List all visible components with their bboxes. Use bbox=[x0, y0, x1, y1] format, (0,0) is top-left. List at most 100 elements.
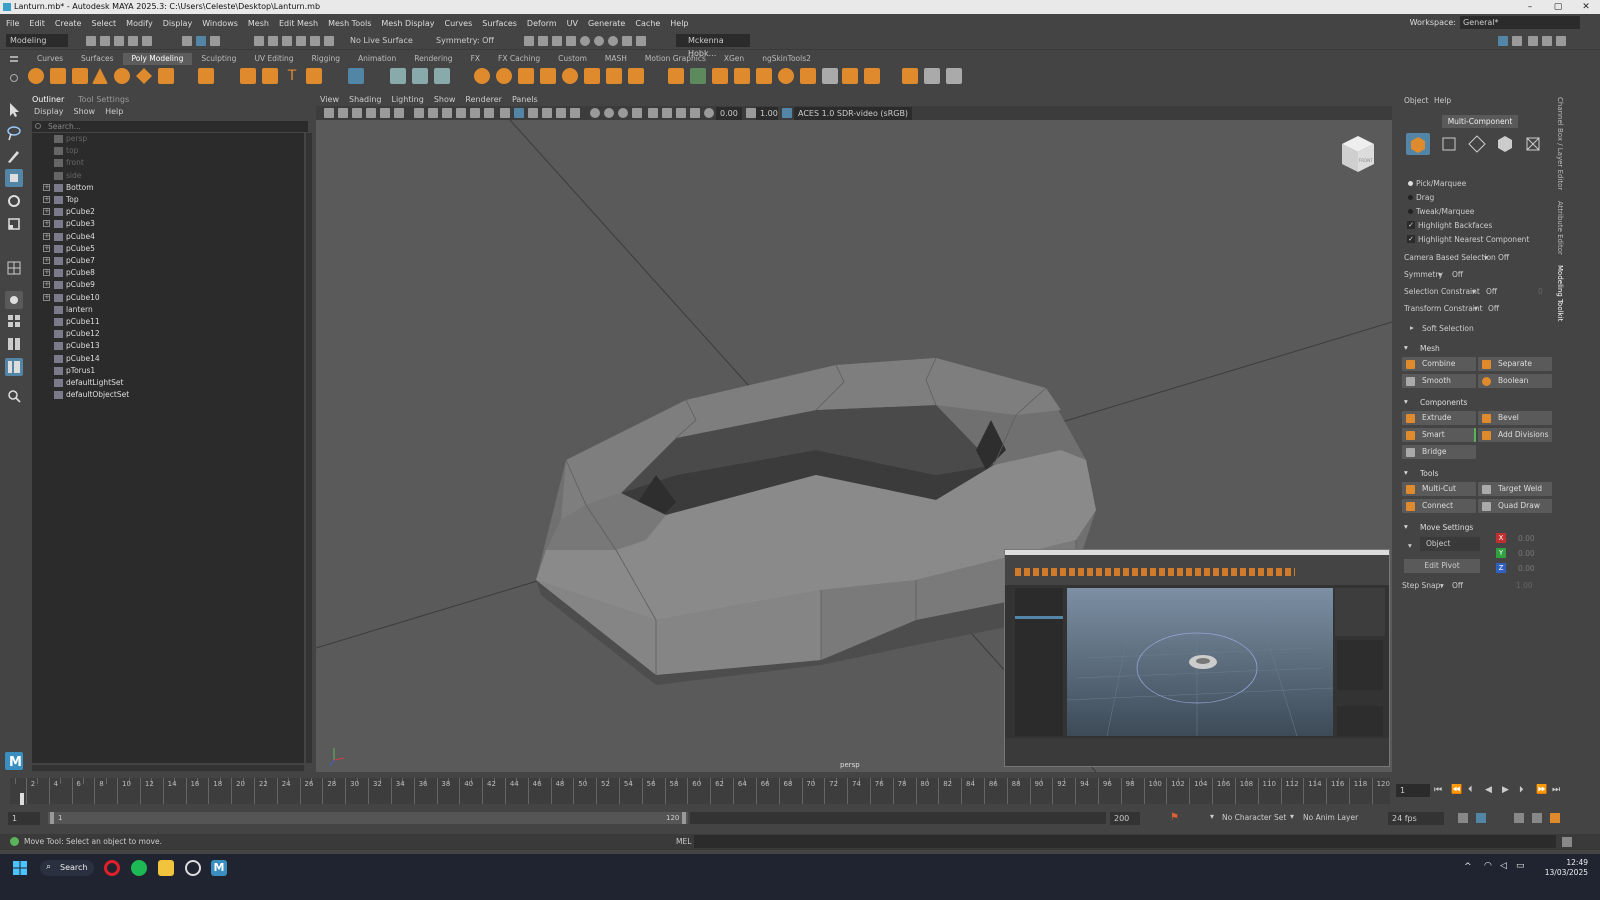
animation-start-field[interactable]: 1 bbox=[8, 812, 40, 825]
outliner-search-input[interactable]: Search... bbox=[32, 121, 308, 132]
add-divisions-icon[interactable] bbox=[734, 68, 750, 84]
bridge-button[interactable]: Bridge bbox=[1402, 445, 1476, 459]
view-cube[interactable]: FRONT bbox=[1340, 134, 1376, 174]
shelf-tab-sculpting[interactable]: Sculpting bbox=[192, 53, 245, 65]
expand-icon[interactable]: + bbox=[43, 196, 50, 203]
tab-outliner[interactable]: Outliner bbox=[32, 95, 64, 104]
expand-icon[interactable]: + bbox=[43, 293, 50, 301]
poly-cone-icon[interactable] bbox=[92, 68, 108, 84]
circularize-icon[interactable] bbox=[842, 68, 858, 84]
wedge-icon[interactable] bbox=[800, 68, 816, 84]
outliner-item[interactable]: + pCube10 bbox=[32, 292, 304, 304]
motion-blur-icon[interactable] bbox=[604, 108, 614, 118]
mirror-icon[interactable] bbox=[518, 68, 534, 84]
outliner-item[interactable]: pCube13 bbox=[32, 340, 304, 352]
command-input[interactable] bbox=[694, 835, 1556, 848]
shelf-tab-surfaces[interactable]: Surfaces bbox=[72, 53, 122, 65]
loop-icon[interactable] bbox=[1458, 813, 1468, 823]
expand-icon[interactable]: + bbox=[43, 220, 50, 228]
connect-button[interactable]: Connect bbox=[1402, 499, 1476, 513]
shadows-icon[interactable] bbox=[570, 108, 580, 118]
menu-create[interactable]: Create bbox=[55, 19, 82, 28]
step-back-key-icon[interactable]: ⏪ bbox=[1451, 785, 1462, 795]
z-axis-toggle[interactable]: Z bbox=[1496, 563, 1506, 573]
play-forwards-icon[interactable]: ▶ bbox=[1502, 785, 1509, 795]
tab-tool-settings[interactable]: Tool Settings bbox=[78, 95, 129, 104]
menu-cache[interactable]: Cache bbox=[635, 19, 660, 28]
soft-selection-header[interactable]: Soft Selection bbox=[1422, 324, 1474, 333]
arnold-render-icon[interactable] bbox=[594, 36, 604, 46]
outliner-item[interactable]: pCube12 bbox=[32, 328, 304, 340]
shelf-tab-fx-caching[interactable]: FX Caching bbox=[489, 53, 549, 65]
tool-settings-toggle-icon[interactable] bbox=[1542, 36, 1552, 46]
step-forward-frame-icon[interactable]: ⏵ bbox=[1519, 785, 1524, 795]
outliner-list[interactable]: persp top front side + Bottom + Top + pCube2 + pCub… bbox=[32, 133, 304, 763]
step-back-frame-icon[interactable]: ⏴ bbox=[1468, 785, 1473, 795]
poke-icon[interactable] bbox=[778, 68, 794, 84]
snap-curve-icon[interactable] bbox=[268, 36, 278, 46]
boolean-icon[interactable] bbox=[496, 68, 512, 84]
step-forward-key-icon[interactable]: ⏩ bbox=[1536, 785, 1547, 795]
anim-layer-label[interactable]: No Anim Layer bbox=[1303, 813, 1358, 822]
outliner-item[interactable]: + pCube3 bbox=[32, 218, 304, 230]
select-component-icon[interactable] bbox=[210, 36, 220, 46]
menu-generate[interactable]: Generate bbox=[588, 19, 625, 28]
shelf-tab-mash[interactable]: MASH bbox=[596, 53, 636, 65]
outliner-item[interactable]: pTorus1 bbox=[32, 365, 304, 377]
new-scene-icon[interactable] bbox=[86, 36, 96, 46]
ambient-occlusion-icon[interactable] bbox=[590, 108, 600, 118]
soft-selection-chevron-icon[interactable]: ▸ bbox=[1410, 323, 1414, 332]
menu-edit-mesh[interactable]: Edit Mesh bbox=[279, 19, 318, 28]
wifi-icon[interactable]: ◠ bbox=[1484, 861, 1492, 871]
triangulate-icon[interactable] bbox=[864, 68, 880, 84]
render-setup-icon[interactable] bbox=[608, 36, 618, 46]
smart-extrude-button[interactable]: Smart Extrude bbox=[1402, 428, 1476, 453]
select-camera-icon[interactable] bbox=[324, 108, 334, 118]
super-shape-icon[interactable] bbox=[240, 68, 256, 84]
play-backwards-icon[interactable]: ◀ bbox=[1485, 785, 1492, 795]
open-scene-icon[interactable] bbox=[100, 36, 110, 46]
highlight-nearest-checkbox[interactable]: ✓ bbox=[1407, 235, 1415, 243]
remesh-icon[interactable] bbox=[584, 68, 600, 84]
separate-button[interactable]: Separate bbox=[1478, 357, 1552, 371]
select-hierarchy-icon[interactable] bbox=[182, 36, 192, 46]
tools-section-title[interactable]: Tools bbox=[1420, 469, 1438, 478]
symmetry-value[interactable]: Off bbox=[1452, 270, 1463, 279]
shelf-settings-icon[interactable] bbox=[10, 74, 18, 82]
mtk-menu-object[interactable]: Object bbox=[1404, 96, 1428, 105]
poly-plane-icon[interactable] bbox=[136, 68, 152, 84]
tweak-marquee-radio[interactable] bbox=[1408, 209, 1413, 214]
outliner-item[interactable]: + pCube5 bbox=[32, 243, 304, 255]
move-tool-icon[interactable] bbox=[5, 169, 23, 187]
menu-set-dropdown[interactable]: Modeling bbox=[6, 34, 68, 47]
taskbar-search-box[interactable]: ⌕ Search bbox=[40, 860, 94, 876]
sweep-mesh-icon[interactable] bbox=[262, 68, 278, 84]
step-snap-value[interactable]: Off bbox=[1452, 581, 1463, 590]
bevel-icon[interactable] bbox=[712, 68, 728, 84]
paint-select-icon[interactable] bbox=[5, 147, 23, 165]
use-all-lights-icon[interactable] bbox=[556, 108, 566, 118]
extract-icon[interactable] bbox=[540, 68, 556, 84]
target-weld-icon[interactable] bbox=[946, 68, 962, 84]
go-to-start-icon[interactable]: ⏮ bbox=[1434, 785, 1442, 795]
menu-display[interactable]: Display bbox=[163, 19, 193, 28]
poly-disc-icon[interactable] bbox=[158, 68, 174, 84]
windows-start-icon[interactable] bbox=[12, 860, 28, 876]
menu-deform[interactable]: Deform bbox=[527, 19, 557, 28]
expand-icon[interactable]: + bbox=[43, 244, 50, 252]
selection-constraint-value[interactable]: Off bbox=[1486, 287, 1497, 296]
poly-type-icon[interactable]: T bbox=[284, 68, 300, 84]
maya-taskbar-icon[interactable]: M bbox=[211, 860, 227, 876]
outliner-item[interactable]: + pCube8 bbox=[32, 267, 304, 279]
anim-layer-dropdown-icon[interactable]: ▾ bbox=[1290, 812, 1294, 821]
two-d-pan-icon[interactable] bbox=[394, 108, 404, 118]
select-tool-icon[interactable] bbox=[5, 101, 23, 119]
four-view-layout-icon[interactable] bbox=[5, 312, 23, 330]
smooth-icon[interactable] bbox=[474, 68, 490, 84]
side-by-side-layout-icon[interactable] bbox=[5, 335, 23, 353]
drag-radio[interactable] bbox=[1408, 195, 1413, 200]
snap-view-icon[interactable] bbox=[296, 36, 306, 46]
z-value-field[interactable]: 0.00 bbox=[1518, 564, 1535, 573]
shelf-tab-ngskintools2[interactable]: ngSkinTools2 bbox=[753, 53, 820, 65]
file-explorer-icon[interactable] bbox=[158, 860, 174, 876]
